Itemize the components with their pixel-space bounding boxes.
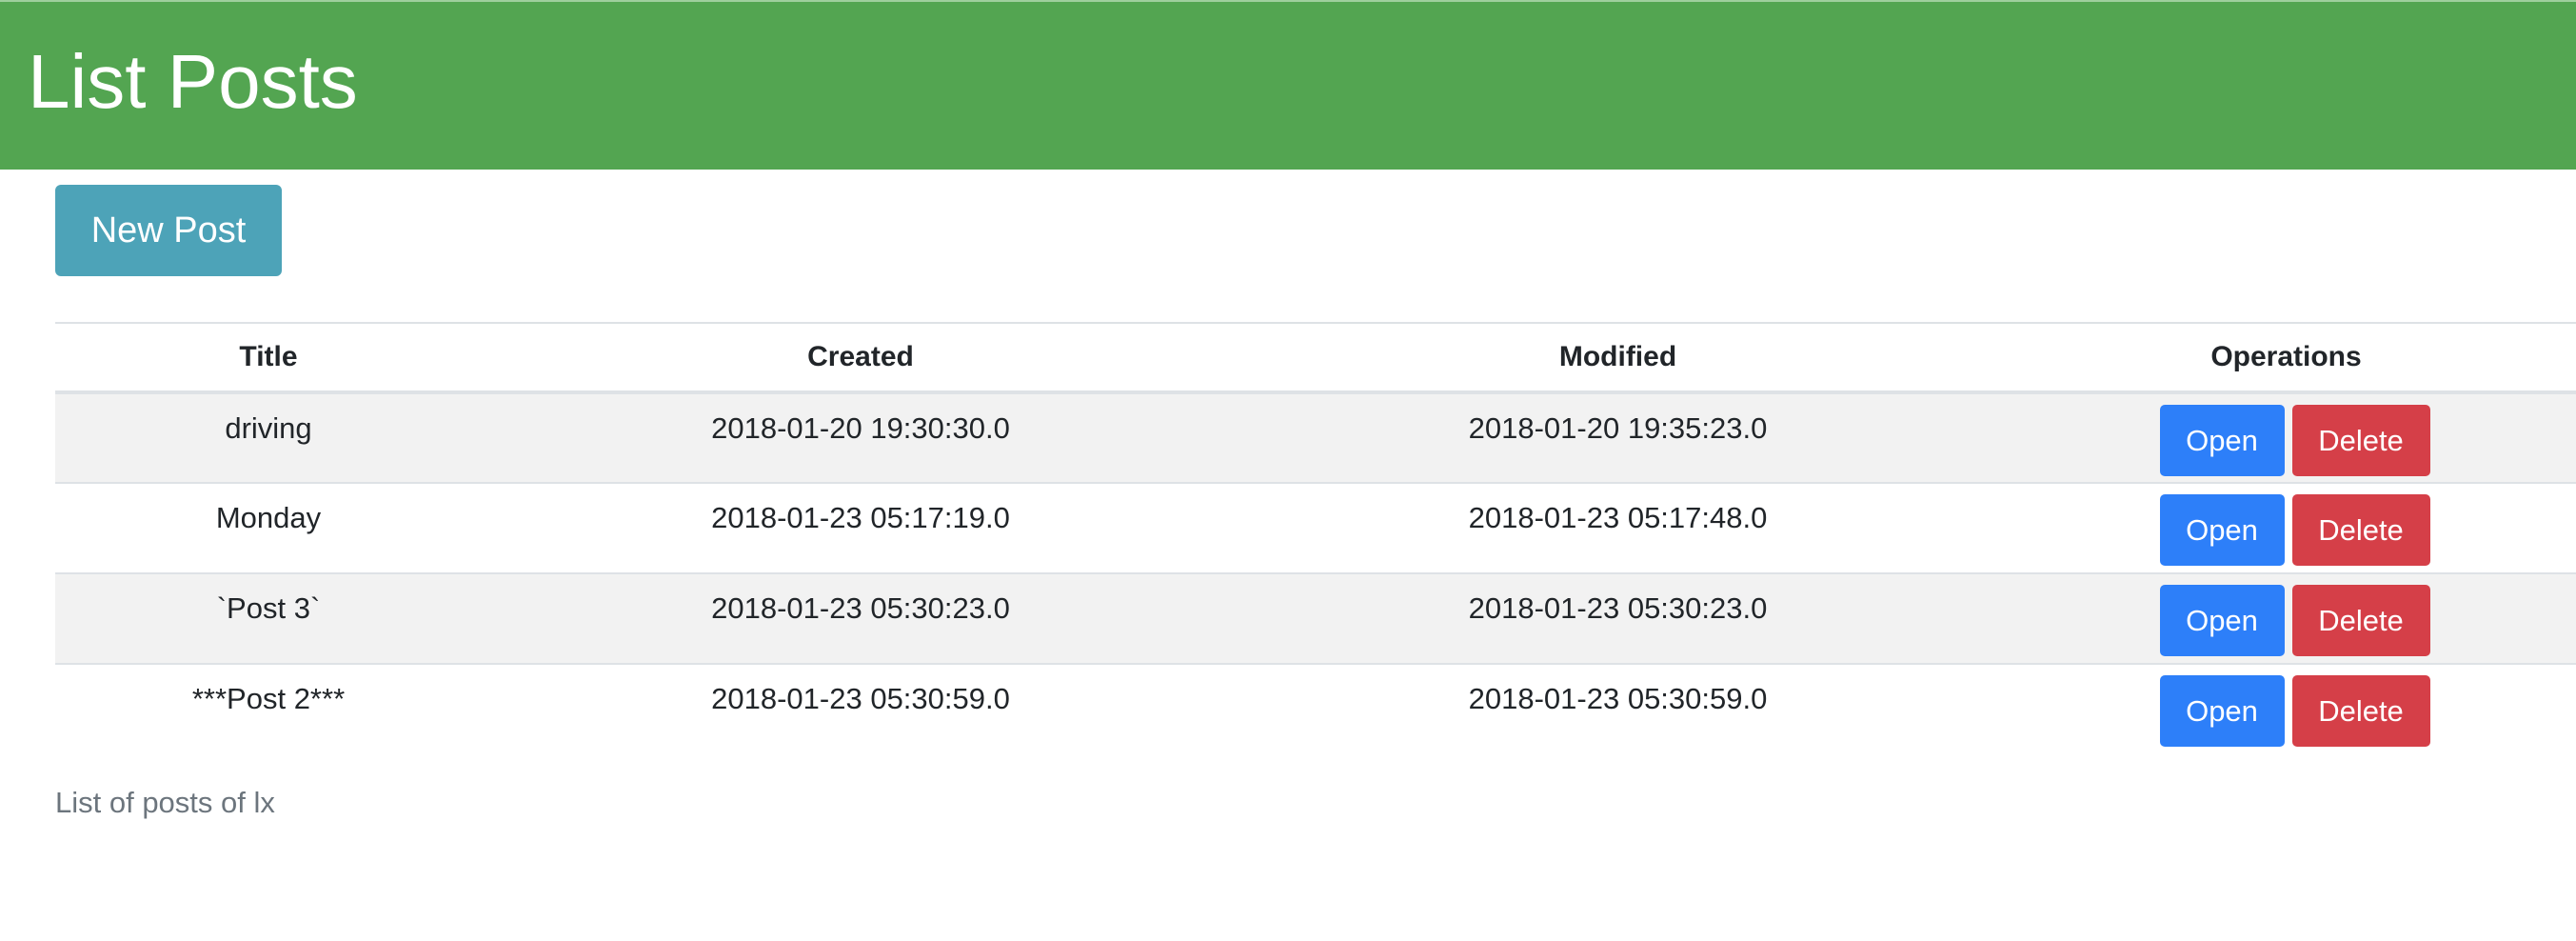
column-header-modified: Modified bbox=[1239, 322, 1996, 394]
delete-button[interactable]: Delete bbox=[2291, 585, 2430, 656]
post-modified: 2018-01-23 05:30:59.0 bbox=[1239, 663, 1996, 754]
post-created: 2018-01-20 19:30:30.0 bbox=[482, 391, 1239, 483]
column-header-created: Created bbox=[482, 322, 1239, 394]
page-header: List Posts bbox=[0, 0, 2576, 170]
table-header-row: Title Created Modified Operations bbox=[55, 322, 2576, 394]
table-row: driving 2018-01-20 19:30:30.0 2018-01-20… bbox=[55, 391, 2576, 483]
post-operations: Open Delete bbox=[1996, 482, 2576, 573]
post-title: Monday bbox=[55, 482, 482, 573]
column-header-title: Title bbox=[55, 322, 482, 394]
post-title: ***Post 2*** bbox=[55, 663, 482, 754]
post-created: 2018-01-23 05:30:23.0 bbox=[482, 572, 1239, 664]
posts-table-container: Title Created Modified Operations drivin… bbox=[55, 322, 2576, 754]
table-caption: List of posts of lx bbox=[55, 786, 275, 819]
table-row: ***Post 2*** 2018-01-23 05:30:59.0 2018-… bbox=[55, 663, 2576, 754]
page: List Posts New Post Title Created Modifi… bbox=[0, 0, 2576, 941]
table-row: Monday 2018-01-23 05:17:19.0 2018-01-23 … bbox=[55, 482, 2576, 573]
open-button[interactable]: Open bbox=[2159, 675, 2285, 747]
table-row: `Post 3` 2018-01-23 05:30:23.0 2018-01-2… bbox=[55, 572, 2576, 664]
open-button[interactable]: Open bbox=[2159, 494, 2285, 566]
post-operations: Open Delete bbox=[1996, 391, 2576, 483]
post-title: `Post 3` bbox=[55, 572, 482, 664]
post-created: 2018-01-23 05:30:59.0 bbox=[482, 663, 1239, 754]
post-title: driving bbox=[55, 391, 482, 483]
open-button[interactable]: Open bbox=[2159, 405, 2285, 476]
post-modified: 2018-01-23 05:17:48.0 bbox=[1239, 482, 1996, 573]
post-modified: 2018-01-23 05:30:23.0 bbox=[1239, 572, 1996, 664]
post-operations: Open Delete bbox=[1996, 572, 2576, 664]
post-modified: 2018-01-20 19:35:23.0 bbox=[1239, 391, 1996, 483]
page-title: List Posts bbox=[28, 39, 358, 124]
new-post-button[interactable]: New Post bbox=[55, 185, 282, 276]
post-created: 2018-01-23 05:17:19.0 bbox=[482, 482, 1239, 573]
open-button[interactable]: Open bbox=[2159, 585, 2285, 656]
column-header-operations: Operations bbox=[1996, 322, 2576, 394]
delete-button[interactable]: Delete bbox=[2291, 675, 2430, 747]
delete-button[interactable]: Delete bbox=[2291, 494, 2430, 566]
posts-table: Title Created Modified Operations drivin… bbox=[55, 322, 2576, 754]
delete-button[interactable]: Delete bbox=[2291, 405, 2430, 476]
post-operations: Open Delete bbox=[1996, 663, 2576, 754]
